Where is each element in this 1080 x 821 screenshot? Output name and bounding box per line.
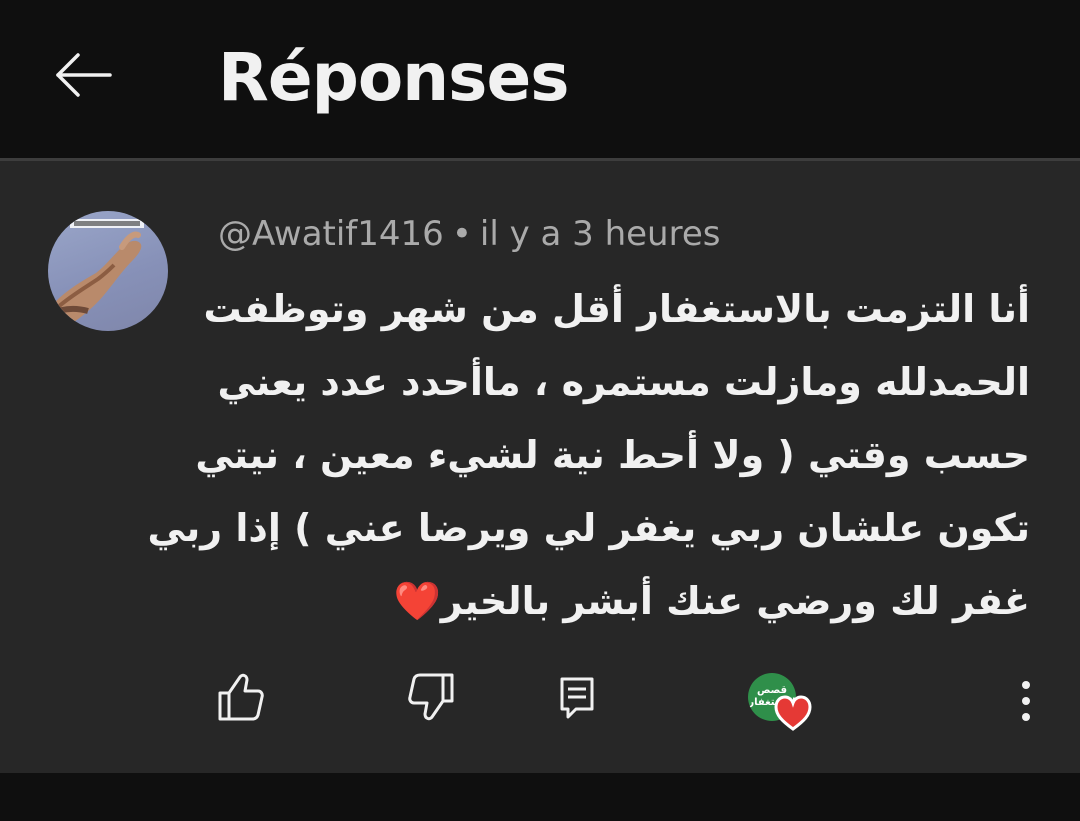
header-bar: Réponses: [0, 0, 1080, 158]
comment-line: حسب وقتي ( ولا أحط نية لشيء معين ، نيتي: [195, 433, 1030, 477]
bottom-area: [0, 773, 1080, 821]
comment-timestamp: il y a 3 heures: [479, 214, 721, 254]
thumbs-up-icon: [218, 673, 264, 721]
reply-comment-icon: [560, 677, 594, 719]
more-options-button[interactable]: [1004, 673, 1048, 733]
comment-line: أنا التزمت بالاستغفار أقل من شهر وتوظفت: [203, 287, 1030, 331]
comment-body: أنا التزمت بالاستغفار أقل من شهر وتوظفت …: [147, 273, 1030, 638]
meta-separator: •: [451, 214, 472, 254]
comment-line: الحمدلله ومازلت مستمره ، ماأحدد عدد يعني: [217, 360, 1030, 404]
page-title: Réponses: [218, 39, 569, 116]
comment-line-last: غفر لك ورضي عنك أبشر بالخير❤️: [250, 565, 1030, 638]
comment-line: تكون علشان ربي يغفر لي ويرضا عني ) إذا ر…: [147, 506, 1030, 550]
heart-emoji: ❤️: [393, 579, 441, 623]
author-avatar[interactable]: [48, 211, 168, 331]
heart-icon: [774, 695, 812, 733]
comment-line-text: غفر لك ورضي عنك أبشر بالخير: [440, 579, 1030, 623]
author-name[interactable]: @Awatif1416: [218, 214, 444, 254]
comment-meta: @Awatif1416 • il y a 3 heures: [218, 211, 720, 257]
arrow-left-icon: [56, 53, 112, 97]
comment-card: @Awatif1416 • il y a 3 heures أنا التزمت ب…: [0, 161, 1080, 773]
back-button[interactable]: [50, 45, 120, 105]
more-vertical-icon: [1022, 681, 1030, 721]
creator-heart-badge: قصص الاستغفار: [748, 673, 814, 739]
like-button[interactable]: [210, 667, 270, 727]
thumbs-down-icon: [408, 673, 454, 721]
reply-button[interactable]: [546, 667, 606, 727]
dislike-button[interactable]: [402, 667, 462, 727]
